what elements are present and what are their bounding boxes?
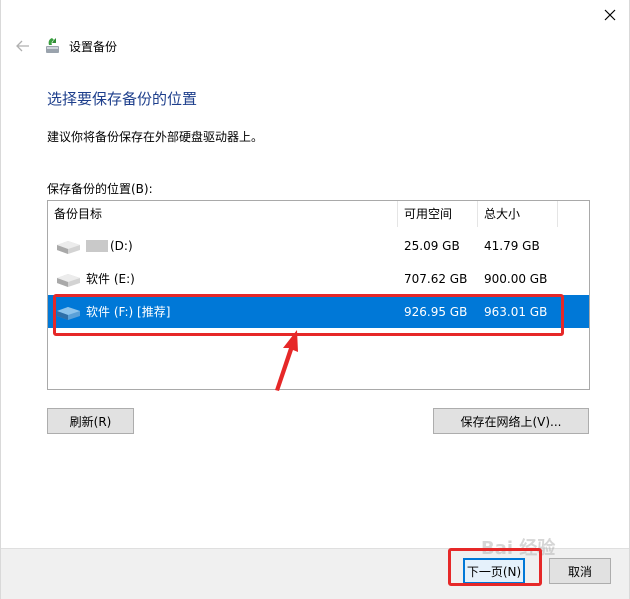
backup-settings-window: 设置备份 选择要保存备份的位置 建议你将备份保存在外部硬盘驱动器上。 保存备份的… <box>0 0 630 599</box>
drive-total-size: 963.01 GB <box>484 304 548 319</box>
drive-name: (D:) <box>110 238 133 253</box>
list-header: 备份目标 可用空间 总大小 <box>48 201 589 227</box>
drive-icon <box>57 240 80 254</box>
drive-name: 软件 (F:) [推荐] <box>86 305 171 319</box>
backup-icon <box>46 38 59 53</box>
page-hint: 建议你将备份保存在外部硬盘驱动器上。 <box>47 130 264 144</box>
column-header-target[interactable]: 备份目标 <box>48 201 398 227</box>
list-item-drive-d[interactable]: (D:) 25.09 GB 41.79 GB <box>48 229 589 262</box>
backup-location-list[interactable]: 备份目标 可用空间 总大小 (D:) 25.09 GB 41.79 GB 软件 … <box>47 200 590 390</box>
save-on-network-button[interactable]: 保存在网络上(V)... <box>433 408 589 434</box>
column-header-total[interactable]: 总大小 <box>478 201 558 227</box>
back-button[interactable] <box>13 36 33 56</box>
drive-icon <box>57 306 80 320</box>
drive-free-space: 926.95 GB <box>404 304 468 319</box>
drive-free-space: 707.62 GB <box>404 271 468 286</box>
redacted-volume-label <box>86 239 108 252</box>
drive-name: 软件 (E:) <box>86 272 135 286</box>
drive-icon <box>57 273 80 287</box>
back-arrow-icon <box>16 40 29 52</box>
list-rows: (D:) 25.09 GB 41.79 GB 软件 (E:) 707.62 GB… <box>48 229 589 328</box>
cancel-button[interactable]: 取消 <box>549 558 611 584</box>
close-button[interactable] <box>593 2 627 28</box>
page-heading: 选择要保存备份的位置 <box>47 90 198 108</box>
refresh-button[interactable]: 刷新(R) <box>47 408 134 434</box>
drive-free-space: 25.09 GB <box>404 238 460 253</box>
list-item-drive-e[interactable]: 软件 (E:) 707.62 GB 900.00 GB <box>48 262 589 295</box>
close-icon <box>604 9 616 21</box>
window-title: 设置备份 <box>69 39 118 54</box>
title-nav: 设置备份 <box>13 36 117 56</box>
column-header-free[interactable]: 可用空间 <box>398 201 478 227</box>
next-button[interactable]: 下一页(N) <box>463 558 525 584</box>
drive-total-size: 900.00 GB <box>484 271 548 286</box>
drive-total-size: 41.79 GB <box>484 238 540 253</box>
list-item-drive-f[interactable]: 软件 (F:) [推荐] 926.95 GB 963.01 GB <box>48 295 589 328</box>
location-list-label: 保存备份的位置(B): <box>47 182 153 196</box>
dialog-footer <box>1 548 629 599</box>
